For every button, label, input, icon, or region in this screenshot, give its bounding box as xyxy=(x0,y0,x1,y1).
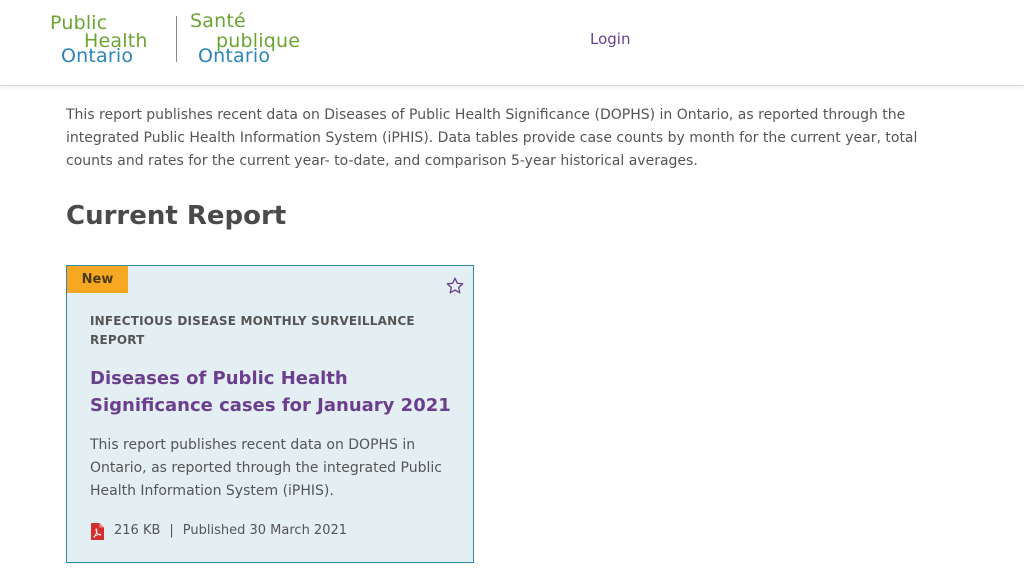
report-meta: 216 KB | Published 30 March 2021 xyxy=(90,521,347,541)
logo-text-sante: Santé xyxy=(190,10,246,32)
meta-separator: | xyxy=(169,523,174,538)
site-logo[interactable]: Public Health Ontario Santé publique Ont… xyxy=(50,12,310,70)
logo-divider xyxy=(176,16,177,62)
login-link[interactable]: Login xyxy=(590,30,630,48)
star-outline-icon[interactable] xyxy=(445,276,465,296)
published-date: Published 30 March 2021 xyxy=(182,523,348,538)
new-badge: New xyxy=(67,266,128,293)
report-description: This report publishes recent data on DOP… xyxy=(90,437,442,499)
report-card: New INFECTIOUS DISEASE MONTHLY SURVEILLA… xyxy=(66,265,474,563)
report-category: INFECTIOUS DISEASE MONTHLY SURVEILLANCE … xyxy=(90,314,415,347)
logo-text-ontario-fr: Ontario xyxy=(198,45,271,67)
site-header: Public Health Ontario Santé publique Ont… xyxy=(0,0,1024,86)
report-title-link[interactable]: Diseases of Public Health Significance c… xyxy=(90,365,460,419)
section-title: Current Report xyxy=(66,201,287,231)
file-size: 216 KB xyxy=(114,523,161,538)
logo-text-ontario-en: Ontario xyxy=(61,45,134,67)
pdf-icon[interactable] xyxy=(90,522,104,540)
intro-paragraph: This report publishes recent data on Dis… xyxy=(66,107,918,169)
